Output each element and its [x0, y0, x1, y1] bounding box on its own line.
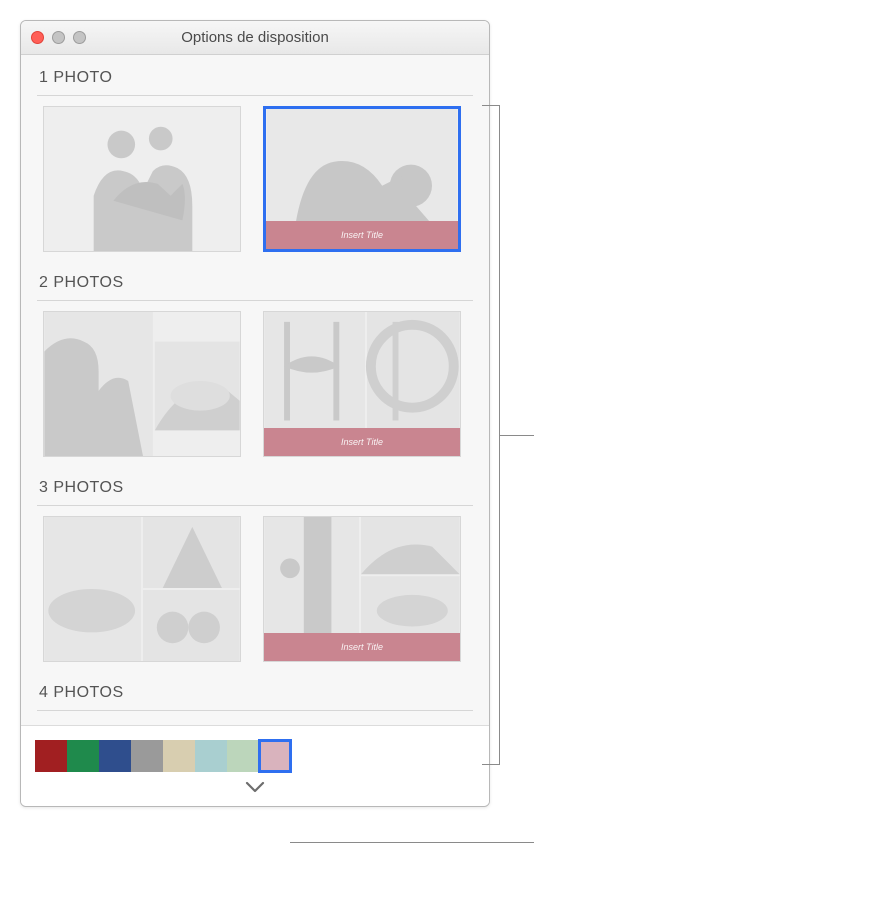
layout-thumb-1a[interactable] [43, 106, 241, 252]
color-swatch-2[interactable] [99, 740, 131, 772]
divider [37, 710, 473, 711]
caption-placeholder: Insert Title [341, 437, 383, 447]
section-header-3: 3 PHOTOS [21, 465, 489, 505]
annotation-leader [500, 435, 534, 436]
layout-row-2: Insert Title [21, 311, 489, 465]
layout-thumb-3b[interactable]: Insert Title [263, 516, 461, 662]
caption-placeholder: Insert Title [341, 230, 383, 240]
titlebar: Options de disposition [21, 21, 489, 55]
expand-chevron[interactable] [35, 772, 475, 794]
annotation-leader [290, 842, 534, 843]
layout-options-panel: Options de disposition 1 PHOTO [20, 20, 490, 807]
layout-preview-icon [44, 107, 240, 251]
panel-footer [21, 725, 489, 806]
layout-preview-icon [44, 312, 240, 456]
color-swatch-1[interactable] [67, 740, 99, 772]
layout-preview-icon [44, 517, 240, 661]
color-swatch-4[interactable] [163, 740, 195, 772]
panel-body: 1 PHOTO Insert Title [21, 55, 489, 725]
divider [37, 300, 473, 301]
caption-band: Insert Title [264, 633, 460, 661]
caption-band: Insert Title [264, 428, 460, 456]
divider [37, 505, 473, 506]
layout-row-3: Insert Title [21, 516, 489, 670]
layout-thumb-3a[interactable] [43, 516, 241, 662]
divider [37, 95, 473, 96]
color-swatches [35, 740, 475, 772]
caption-band: Insert Title [266, 221, 458, 249]
zoom-icon[interactable] [73, 31, 86, 44]
color-swatch-5[interactable] [195, 740, 227, 772]
chevron-down-icon [245, 780, 265, 794]
section-header-2: 2 PHOTOS [21, 260, 489, 300]
section-header-1: 1 PHOTO [21, 55, 489, 95]
window-title: Options de disposition [21, 29, 489, 46]
layout-thumb-2a[interactable] [43, 311, 241, 457]
section-header-4: 4 PHOTOS [21, 670, 489, 710]
close-icon[interactable] [31, 31, 44, 44]
annotation-bracket [482, 105, 500, 765]
caption-placeholder: Insert Title [341, 642, 383, 652]
color-swatch-6[interactable] [227, 740, 259, 772]
minimize-icon[interactable] [52, 31, 65, 44]
color-swatch-3[interactable] [131, 740, 163, 772]
color-swatch-7[interactable] [259, 740, 291, 772]
layout-thumb-2b[interactable]: Insert Title [263, 311, 461, 457]
layout-thumb-1b[interactable]: Insert Title [263, 106, 461, 252]
window-controls [31, 31, 86, 44]
layout-row-1: Insert Title [21, 106, 489, 260]
color-swatch-0[interactable] [35, 740, 67, 772]
